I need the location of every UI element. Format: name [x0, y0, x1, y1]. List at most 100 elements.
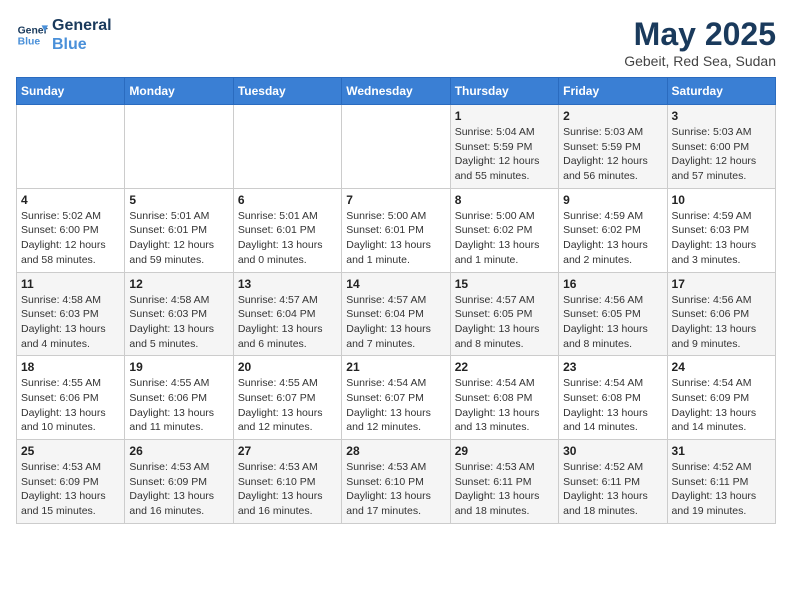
- day-number: 7: [346, 193, 445, 207]
- day-info: Sunrise: 5:04 AMSunset: 5:59 PMDaylight:…: [455, 125, 554, 184]
- calendar-cell: 4 Sunrise: 5:02 AMSunset: 6:00 PMDaylight…: [17, 188, 125, 272]
- calendar-cell: 24 Sunrise: 4:54 AMSunset: 6:09 PMDayligh…: [667, 356, 775, 440]
- calendar-cell: 10 Sunrise: 4:59 AMSunset: 6:03 PMDayligh…: [667, 188, 775, 272]
- logo: General Blue General Blue: [16, 16, 112, 54]
- logo-general: General: [52, 16, 112, 35]
- calendar-cell: 29 Sunrise: 4:53 AMSunset: 6:11 PMDayligh…: [450, 440, 558, 524]
- dow-header-tuesday: Tuesday: [233, 78, 341, 105]
- calendar-cell: 9Sunrise: 4:59 AMSunset: 6:02 PMDaylight…: [559, 188, 667, 272]
- calendar-cell: 20 Sunrise: 4:55 AMSunset: 6:07 PMDayligh…: [233, 356, 341, 440]
- day-number: 12: [129, 277, 228, 291]
- day-info: Sunrise: 4:56 AMSunset: 6:05 PMDaylight:…: [563, 293, 662, 352]
- day-number: 23: [563, 360, 662, 374]
- day-info: Sunrise: 5:02 AMSunset: 6:00 PMDaylight:…: [21, 209, 120, 268]
- day-info: Sunrise: 5:01 AMSunset: 6:01 PMDaylight:…: [238, 209, 337, 268]
- day-number: 18: [21, 360, 120, 374]
- week-row-3: 11 Sunrise: 4:58 AMSunset: 6:03 PMDayligh…: [17, 272, 776, 356]
- day-info: Sunrise: 5:03 AMSunset: 5:59 PMDaylight:…: [563, 125, 662, 184]
- calendar-cell: 26 Sunrise: 4:53 AMSunset: 6:09 PMDayligh…: [125, 440, 233, 524]
- day-number: 4: [21, 193, 120, 207]
- calendar-cell: 25Sunrise: 4:53 AMSunset: 6:09 PMDayligh…: [17, 440, 125, 524]
- day-number: 30: [563, 444, 662, 458]
- day-number: 26: [129, 444, 228, 458]
- day-info: Sunrise: 4:58 AMSunset: 6:03 PMDaylight:…: [21, 293, 120, 352]
- day-info: Sunrise: 4:57 AMSunset: 6:04 PMDaylight:…: [238, 293, 337, 352]
- day-info: Sunrise: 4:56 AMSunset: 6:06 PMDaylight:…: [672, 293, 771, 352]
- day-number: 6: [238, 193, 337, 207]
- title-area: May 2025 Gebeit, Red Sea, Sudan: [624, 16, 776, 69]
- day-info: Sunrise: 4:53 AMSunset: 6:09 PMDaylight:…: [129, 460, 228, 519]
- day-number: 24: [672, 360, 771, 374]
- dow-header-wednesday: Wednesday: [342, 78, 450, 105]
- calendar-cell: 7 Sunrise: 5:00 AMSunset: 6:01 PMDaylight…: [342, 188, 450, 272]
- day-number: 21: [346, 360, 445, 374]
- day-info: Sunrise: 4:55 AMSunset: 6:07 PMDaylight:…: [238, 376, 337, 435]
- calendar-cell: 12 Sunrise: 4:58 AMSunset: 6:03 PMDayligh…: [125, 272, 233, 356]
- calendar-table: SundayMondayTuesdayWednesdayThursdayFrid…: [16, 77, 776, 524]
- dow-header-sunday: Sunday: [17, 78, 125, 105]
- day-info: Sunrise: 5:01 AMSunset: 6:01 PMDaylight:…: [129, 209, 228, 268]
- day-info: Sunrise: 4:53 AMSunset: 6:10 PMDaylight:…: [346, 460, 445, 519]
- day-number: 9: [563, 193, 662, 207]
- calendar-cell: 13Sunrise: 4:57 AMSunset: 6:04 PMDayligh…: [233, 272, 341, 356]
- day-number: 29: [455, 444, 554, 458]
- day-number: 20: [238, 360, 337, 374]
- day-info: Sunrise: 4:54 AMSunset: 6:09 PMDaylight:…: [672, 376, 771, 435]
- day-number: 8: [455, 193, 554, 207]
- dow-header-friday: Friday: [559, 78, 667, 105]
- dow-header-saturday: Saturday: [667, 78, 775, 105]
- day-info: Sunrise: 4:54 AMSunset: 6:08 PMDaylight:…: [563, 376, 662, 435]
- week-row-1: 1 Sunrise: 5:04 AMSunset: 5:59 PMDaylight…: [17, 105, 776, 189]
- calendar-cell: 5Sunrise: 5:01 AMSunset: 6:01 PMDaylight…: [125, 188, 233, 272]
- week-row-5: 25Sunrise: 4:53 AMSunset: 6:09 PMDayligh…: [17, 440, 776, 524]
- day-number: 3: [672, 109, 771, 123]
- day-number: 22: [455, 360, 554, 374]
- header: General Blue General Blue May 2025 Gebei…: [16, 16, 776, 69]
- calendar-cell: 31 Sunrise: 4:52 AMSunset: 6:11 PMDayligh…: [667, 440, 775, 524]
- day-info: Sunrise: 5:00 AMSunset: 6:02 PMDaylight:…: [455, 209, 554, 268]
- day-number: 10: [672, 193, 771, 207]
- day-info: Sunrise: 5:03 AMSunset: 6:00 PMDaylight:…: [672, 125, 771, 184]
- day-info: Sunrise: 4:57 AMSunset: 6:05 PMDaylight:…: [455, 293, 554, 352]
- calendar-cell: 6 Sunrise: 5:01 AMSunset: 6:01 PMDaylight…: [233, 188, 341, 272]
- day-number: 17: [672, 277, 771, 291]
- day-info: Sunrise: 4:54 AMSunset: 6:08 PMDaylight:…: [455, 376, 554, 435]
- day-number: 11: [21, 277, 120, 291]
- calendar-cell: [125, 105, 233, 189]
- day-number: 27: [238, 444, 337, 458]
- calendar-cell: 21 Sunrise: 4:54 AMSunset: 6:07 PMDayligh…: [342, 356, 450, 440]
- month-title: May 2025: [624, 16, 776, 53]
- day-number: 2: [563, 109, 662, 123]
- day-number: 14: [346, 277, 445, 291]
- logo-blue: Blue: [52, 35, 112, 54]
- day-number: 15: [455, 277, 554, 291]
- calendar-cell: 23 Sunrise: 4:54 AMSunset: 6:08 PMDayligh…: [559, 356, 667, 440]
- day-info: Sunrise: 4:54 AMSunset: 6:07 PMDaylight:…: [346, 376, 445, 435]
- dow-header-monday: Monday: [125, 78, 233, 105]
- day-info: Sunrise: 4:52 AMSunset: 6:11 PMDaylight:…: [672, 460, 771, 519]
- calendar-cell: 19Sunrise: 4:55 AMSunset: 6:06 PMDayligh…: [125, 356, 233, 440]
- calendar-cell: 18 Sunrise: 4:55 AMSunset: 6:06 PMDayligh…: [17, 356, 125, 440]
- calendar-cell: [17, 105, 125, 189]
- day-info: Sunrise: 5:00 AMSunset: 6:01 PMDaylight:…: [346, 209, 445, 268]
- day-info: Sunrise: 4:53 AMSunset: 6:10 PMDaylight:…: [238, 460, 337, 519]
- week-row-4: 18 Sunrise: 4:55 AMSunset: 6:06 PMDayligh…: [17, 356, 776, 440]
- day-number: 28: [346, 444, 445, 458]
- calendar-cell: 17 Sunrise: 4:56 AMSunset: 6:06 PMDayligh…: [667, 272, 775, 356]
- calendar-cell: 28 Sunrise: 4:53 AMSunset: 6:10 PMDayligh…: [342, 440, 450, 524]
- calendar-body: 1 Sunrise: 5:04 AMSunset: 5:59 PMDaylight…: [17, 105, 776, 524]
- day-info: Sunrise: 4:59 AMSunset: 6:03 PMDaylight:…: [672, 209, 771, 268]
- day-info: Sunrise: 4:55 AMSunset: 6:06 PMDaylight:…: [21, 376, 120, 435]
- calendar-cell: 15 Sunrise: 4:57 AMSunset: 6:05 PMDayligh…: [450, 272, 558, 356]
- calendar-cell: [233, 105, 341, 189]
- day-info: Sunrise: 4:53 AMSunset: 6:11 PMDaylight:…: [455, 460, 554, 519]
- day-info: Sunrise: 4:58 AMSunset: 6:03 PMDaylight:…: [129, 293, 228, 352]
- calendar-cell: 30 Sunrise: 4:52 AMSunset: 6:11 PMDayligh…: [559, 440, 667, 524]
- dow-header-thursday: Thursday: [450, 78, 558, 105]
- calendar-cell: 27 Sunrise: 4:53 AMSunset: 6:10 PMDayligh…: [233, 440, 341, 524]
- day-number: 16: [563, 277, 662, 291]
- day-info: Sunrise: 4:52 AMSunset: 6:11 PMDaylight:…: [563, 460, 662, 519]
- calendar-cell: 22 Sunrise: 4:54 AMSunset: 6:08 PMDayligh…: [450, 356, 558, 440]
- day-number: 31: [672, 444, 771, 458]
- day-number: 1: [455, 109, 554, 123]
